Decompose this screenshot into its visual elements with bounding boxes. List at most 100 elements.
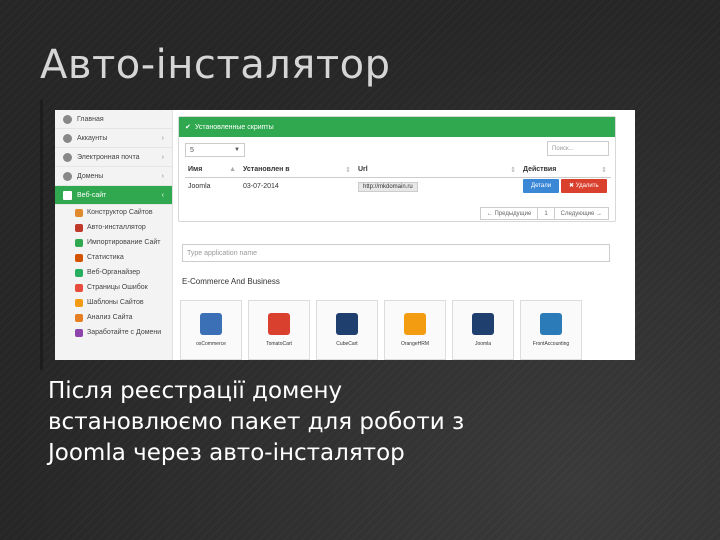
panel-title: Установленные скрипты: [194, 123, 274, 131]
sidebar-item-label: Веб-сайт: [77, 191, 107, 199]
check-icon: ✔: [185, 124, 191, 131]
app-logo-icon: [540, 313, 562, 335]
sidebar-subitem[interactable]: Заработайте с Домени: [55, 325, 172, 340]
app-name: CubeCart: [336, 341, 358, 347]
app-card[interactable]: osCommerce: [180, 300, 242, 360]
app-logo-icon: [472, 313, 494, 335]
column-label: Действия: [523, 166, 557, 174]
app-card[interactable]: FrontAccounting: [520, 300, 582, 360]
subitem-label: Заработайте с Домени: [87, 329, 162, 336]
column-label: Установлен в: [243, 166, 290, 174]
caption-line: Після реєстрації домену: [48, 378, 343, 404]
sidebar-subitem[interactable]: Импортирование Сайт: [55, 235, 172, 250]
subitem-label: Конструктор Сайтов: [87, 209, 153, 216]
subitem-icon: [75, 268, 83, 277]
delete-button[interactable]: ✖ Удалить: [561, 179, 607, 194]
prev-page-button[interactable]: ← Предыдущие: [481, 208, 539, 219]
column-header[interactable]: Имя ▲: [185, 163, 240, 178]
app-name: FrontAccounting: [532, 341, 570, 347]
chevron-right-icon: ›: [161, 134, 164, 142]
cell-name: Joomla: [188, 182, 211, 190]
installed-scripts-panel: ✔ Установленные скрипты 5 ▼ Поиск... Имя…: [178, 116, 616, 222]
subitem-label: Авто-инсталлятор: [87, 224, 146, 231]
sort-icon: ⇕: [345, 167, 351, 175]
column-header[interactable]: Действия ⇕: [520, 163, 611, 178]
app-card[interactable]: OrangeHRM: [384, 300, 446, 360]
sidebar-item-domains[interactable]: Домены ›: [55, 167, 172, 186]
subitem-label: Шаблоны Сайтов: [87, 299, 144, 306]
app-search-input[interactable]: Type application name: [182, 244, 610, 262]
subitem-icon: [75, 328, 83, 337]
home-icon: [63, 114, 72, 124]
page-number[interactable]: 1: [538, 208, 555, 219]
subitem-label: Статистика: [87, 254, 124, 261]
subitem-icon: [75, 238, 83, 247]
app-logo-icon: [404, 313, 426, 335]
subitem-icon: [75, 283, 83, 292]
page-size-value: 5: [190, 146, 194, 154]
page-size-select[interactable]: 5 ▼: [185, 143, 245, 157]
subitem-label: Анализ Сайта: [87, 314, 133, 321]
sidebar-subitem[interactable]: Веб-Органайзер: [55, 265, 172, 280]
pagination: ← Предыдущие 1 Следующие →: [479, 207, 609, 220]
sidebar-item-label: Аккаунты: [77, 134, 108, 142]
sidebar-item-email[interactable]: Электронная почта ›: [55, 148, 172, 167]
next-page-button[interactable]: Следующие →: [555, 208, 608, 219]
app-name: TomatoCart: [266, 341, 292, 347]
slide-caption: Після реєстрації домену встановлюємо пак…: [48, 376, 688, 469]
sidebar: Главная Аккаунты › Электронная почта › Д…: [55, 110, 173, 360]
mail-icon: [63, 152, 72, 162]
chevron-right-icon: ›: [161, 153, 164, 161]
subitem-icon: [75, 223, 83, 232]
chevron-down-icon: ‹: [161, 191, 164, 199]
app-card[interactable]: Joomla: [452, 300, 514, 360]
app-name: Joomla: [474, 341, 492, 347]
app-card[interactable]: TomatoCart: [248, 300, 310, 360]
sidebar-subitem[interactable]: Шаблоны Сайтов: [55, 295, 172, 310]
app-logo-icon: [268, 313, 290, 335]
caret-down-icon: ▼: [234, 147, 240, 153]
sidebar-submenu: Конструктор Сайтов Авто-инсталлятор Импорт…: [55, 205, 172, 340]
caption-line: встановлюємо пакет для роботи з: [48, 409, 465, 435]
slide-title: Авто-інсталятор: [40, 42, 391, 88]
app-grid: osCommerce TomatoCart CubeCart OrangeHRM Joo…: [180, 300, 582, 360]
globe-icon: [63, 171, 72, 181]
sort-icon: ⇕: [601, 167, 607, 175]
sidebar-item-accounts[interactable]: Аккаунты ›: [55, 129, 172, 148]
sidebar-subitem[interactable]: Конструктор Сайтов: [55, 205, 172, 220]
sidebar-subitem[interactable]: Страницы Ошибок: [55, 280, 172, 295]
sort-icon: ⇕: [510, 167, 516, 175]
sidebar-subitem[interactable]: Анализ Сайта: [55, 310, 172, 325]
subitem-label: Страницы Ошибок: [87, 284, 148, 291]
sidebar-item-website[interactable]: Веб-сайт ‹: [55, 186, 172, 205]
sidebar-subitem[interactable]: Статистика: [55, 250, 172, 265]
app-logo-icon: [200, 313, 222, 335]
subitem-label: Импортирование Сайт: [87, 239, 161, 246]
sidebar-item-label: Электронная почта: [77, 153, 140, 161]
installed-table: Имя ▲ Установлен в ⇕ Url ⇕ Действия ⇕ Joomla…: [185, 163, 611, 195]
subitem-label: Веб-Органайзер: [87, 269, 141, 276]
column-header[interactable]: Url ⇕: [355, 163, 520, 178]
column-header[interactable]: Установлен в ⇕: [240, 163, 355, 178]
embedded-screenshot: Главная Аккаунты › Электронная почта › Д…: [55, 110, 635, 360]
url-link[interactable]: http://mkdomain.ru: [358, 181, 418, 192]
app-card[interactable]: CubeCart: [316, 300, 378, 360]
cell-actions: Детали ✖ Удалить: [520, 177, 611, 195]
subitem-icon: [75, 298, 83, 307]
category-title: E-Commerce And Business: [182, 277, 280, 286]
sidebar-subitem[interactable]: Авто-инсталлятор: [55, 220, 172, 235]
subitem-icon: [75, 313, 83, 322]
subitem-icon: [75, 253, 83, 262]
app-search-placeholder: Type application name: [187, 249, 258, 257]
chevron-right-icon: ›: [161, 172, 164, 180]
monitor-icon: [63, 190, 72, 200]
sidebar-item-home[interactable]: Главная: [55, 110, 172, 129]
details-button[interactable]: Детали: [523, 179, 560, 194]
caption-line: Joomla через авто-інсталятор: [48, 440, 405, 466]
user-icon: [63, 133, 72, 143]
sort-icon: ▲: [229, 166, 236, 174]
table-search-input[interactable]: Поиск...: [547, 141, 609, 156]
column-label: Имя: [188, 166, 203, 174]
app-logo-icon: [336, 313, 358, 335]
slide-rule: [40, 100, 43, 370]
